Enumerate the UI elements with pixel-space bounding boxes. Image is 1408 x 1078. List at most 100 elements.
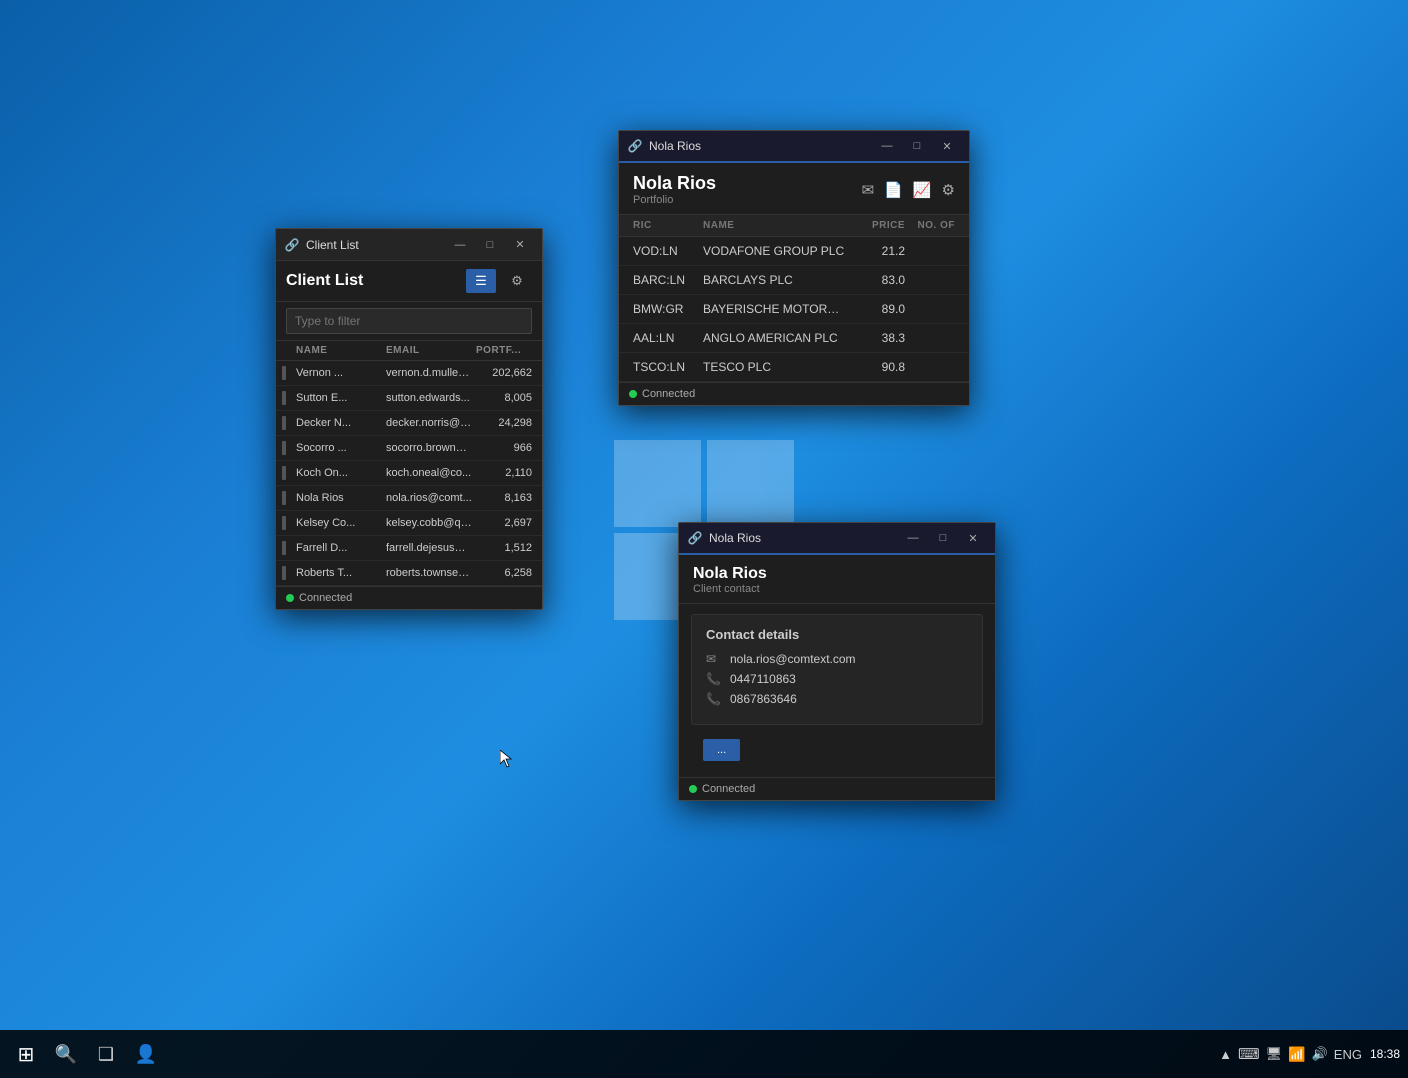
taskbar-chevron-icon[interactable]: ▲ bbox=[1219, 1047, 1232, 1062]
portfolio-maximize[interactable]: □ bbox=[903, 134, 931, 158]
portfolio-row[interactable]: BMW:GR BAYERISCHE MOTOREN WERKE AG 89.0 bbox=[619, 295, 969, 324]
taskbar-time[interactable]: 18:38 bbox=[1370, 1046, 1400, 1063]
client-list-minimize[interactable]: — bbox=[446, 233, 474, 257]
row-email: koch.oneal@co... bbox=[386, 467, 476, 479]
prow-price: 89.0 bbox=[845, 302, 905, 316]
portfolio-row[interactable]: BARC:LN BARCLAYS PLC 83.0 bbox=[619, 266, 969, 295]
prow-noof bbox=[905, 244, 955, 258]
contact-actions: ... bbox=[679, 735, 995, 777]
taskbar-keyboard-icon[interactable]: ⌨ bbox=[1238, 1045, 1260, 1063]
col-email: EMAIL bbox=[386, 345, 476, 356]
taskbar: ⊞ 🔍 ❑ 👤 ▲ ⌨ 🖥 📶 🔊 ENG 18:38 bbox=[0, 1030, 1408, 1078]
prow-noof bbox=[905, 302, 955, 316]
client-list-row[interactable]: Koch On... koch.oneal@co... 2,110 bbox=[276, 461, 542, 486]
portfolio-row[interactable]: TSCO:LN TESCO PLC 90.8 bbox=[619, 353, 969, 382]
client-list-row[interactable]: Socorro ... socorro.brown@... 966 bbox=[276, 436, 542, 461]
portfolio-subtitle: Portfolio bbox=[633, 194, 716, 206]
taskbar-users[interactable]: 👤 bbox=[128, 1036, 164, 1072]
client-list-controls: — □ ✕ bbox=[446, 233, 534, 257]
pcol-ric: RIC bbox=[633, 220, 703, 231]
prow-noof bbox=[905, 360, 955, 374]
row-indicator bbox=[282, 516, 286, 530]
contact-subtitle: Client contact bbox=[693, 583, 981, 595]
row-portfolio: 966 bbox=[476, 442, 536, 454]
portfolio-email-icon[interactable]: ✉ bbox=[862, 181, 875, 199]
taskbar-task-view[interactable]: ❑ bbox=[88, 1036, 124, 1072]
prow-name: TESCO PLC bbox=[703, 360, 845, 374]
row-name: Farrell D... bbox=[296, 542, 386, 554]
contact-email-icon: ✉ bbox=[706, 652, 722, 666]
portfolio-settings-icon[interactable]: ⚙ bbox=[942, 181, 955, 199]
client-list-row[interactable]: Roberts T... roberts.townsen... 6,258 bbox=[276, 561, 542, 586]
taskbar-volume-icon[interactable]: 🔊 bbox=[1312, 1046, 1328, 1062]
portfolio-table-header: RIC NAME PRICE NO. OF bbox=[619, 215, 969, 237]
pcol-name: NAME bbox=[703, 220, 845, 231]
portfolio-titlebar[interactable]: 🔗 Nola Rios — □ ✕ bbox=[619, 131, 969, 163]
portfolio-header: Nola Rios Portfolio ✉ 📄 📈 ⚙ bbox=[619, 163, 969, 215]
prow-price: 90.8 bbox=[845, 360, 905, 374]
row-email: vernon.d.mullen... bbox=[386, 367, 476, 379]
list-view-button[interactable]: ☰ bbox=[466, 269, 496, 293]
contact-close[interactable]: ✕ bbox=[959, 526, 987, 550]
portfolio-doc-icon[interactable]: 📄 bbox=[884, 181, 903, 199]
filter-input[interactable] bbox=[286, 308, 532, 334]
start-button[interactable]: ⊞ bbox=[8, 1036, 44, 1072]
portfolio-table-body: VOD:LN VODAFONE GROUP PLC 21.2 BARC:LN B… bbox=[619, 237, 969, 382]
row-indicator bbox=[282, 491, 286, 505]
row-indicator bbox=[282, 466, 286, 480]
col-name: NAME bbox=[296, 345, 386, 356]
row-portfolio: 1,512 bbox=[476, 542, 536, 554]
prow-price: 83.0 bbox=[845, 273, 905, 287]
client-list-action-buttons: ☰ ⚙ bbox=[466, 269, 532, 293]
settings-button[interactable]: ⚙ bbox=[502, 269, 532, 293]
portfolio-minimize[interactable]: — bbox=[873, 134, 901, 158]
prow-ric: AAL:LN bbox=[633, 331, 703, 345]
client-list-title-text: Client List bbox=[306, 238, 446, 252]
prow-price: 38.3 bbox=[845, 331, 905, 345]
taskbar-sys-icons: ▲ ⌨ 🖥 📶 🔊 ENG bbox=[1219, 1045, 1362, 1063]
contact-minimize[interactable]: — bbox=[899, 526, 927, 550]
client-list-row[interactable]: Vernon ... vernon.d.mullen... 202,662 bbox=[276, 361, 542, 386]
row-portfolio: 202,662 bbox=[476, 367, 536, 379]
contact-maximize[interactable]: □ bbox=[929, 526, 957, 550]
client-list-close[interactable]: ✕ bbox=[506, 233, 534, 257]
client-list-titlebar[interactable]: 🔗 Client List — □ ✕ bbox=[276, 229, 542, 261]
row-email: decker.norris@d... bbox=[386, 417, 476, 429]
taskbar-left: ⊞ 🔍 ❑ 👤 bbox=[8, 1036, 164, 1072]
contact-title-text: Nola Rios bbox=[709, 531, 899, 545]
taskbar-network-icon[interactable]: 📶 bbox=[1288, 1046, 1305, 1063]
contact-titlebar[interactable]: 🔗 Nola Rios — □ ✕ bbox=[679, 523, 995, 555]
portfolio-status-bar: Connected bbox=[619, 382, 969, 405]
portfolio-row[interactable]: VOD:LN VODAFONE GROUP PLC 21.2 bbox=[619, 237, 969, 266]
client-list-maximize[interactable]: □ bbox=[476, 233, 504, 257]
prow-noof bbox=[905, 331, 955, 345]
contact-phone2-icon: 📞 bbox=[706, 692, 722, 706]
prow-price: 21.2 bbox=[845, 244, 905, 258]
row-name: Nola Rios bbox=[296, 492, 386, 504]
client-list-row[interactable]: Farrell D... farrell.dejesus@... 1,512 bbox=[276, 536, 542, 561]
client-list-header: Client List ☰ ⚙ bbox=[276, 261, 542, 302]
portfolio-row[interactable]: AAL:LN ANGLO AMERICAN PLC 38.3 bbox=[619, 324, 969, 353]
row-portfolio: 6,258 bbox=[476, 567, 536, 579]
portfolio-title-icon: 🔗 bbox=[627, 138, 643, 154]
contact-action-button[interactable]: ... bbox=[703, 739, 740, 761]
row-name: Kelsey Co... bbox=[296, 517, 386, 529]
client-list-row[interactable]: Decker N... decker.norris@d... 24,298 bbox=[276, 411, 542, 436]
client-list-row[interactable]: Kelsey Co... kelsey.cobb@qo... 2,697 bbox=[276, 511, 542, 536]
contact-email-row: ✉ nola.rios@comtext.com bbox=[706, 652, 968, 666]
col-portfolio: PORTF... bbox=[476, 345, 536, 356]
prow-name: VODAFONE GROUP PLC bbox=[703, 244, 845, 258]
portfolio-chart-icon[interactable]: 📈 bbox=[913, 181, 932, 199]
client-list-row[interactable]: Nola Rios nola.rios@comt... 8,163 bbox=[276, 486, 542, 511]
portfolio-name-block: Nola Rios Portfolio bbox=[633, 173, 716, 206]
client-list-row[interactable]: Sutton E... sutton.edwards... 8,005 bbox=[276, 386, 542, 411]
taskbar-search[interactable]: 🔍 bbox=[48, 1036, 84, 1072]
contact-status-text: Connected bbox=[702, 783, 755, 795]
taskbar-display-icon[interactable]: 🖥 bbox=[1266, 1046, 1283, 1062]
taskbar-lang-label: ENG bbox=[1334, 1047, 1362, 1062]
contact-header: Nola Rios Client contact bbox=[679, 555, 995, 604]
prow-name: BARCLAYS PLC bbox=[703, 273, 845, 287]
client-list-table-body: Vernon ... vernon.d.mullen... 202,662 Su… bbox=[276, 361, 542, 586]
prow-name: ANGLO AMERICAN PLC bbox=[703, 331, 845, 345]
portfolio-close[interactable]: ✕ bbox=[933, 134, 961, 158]
